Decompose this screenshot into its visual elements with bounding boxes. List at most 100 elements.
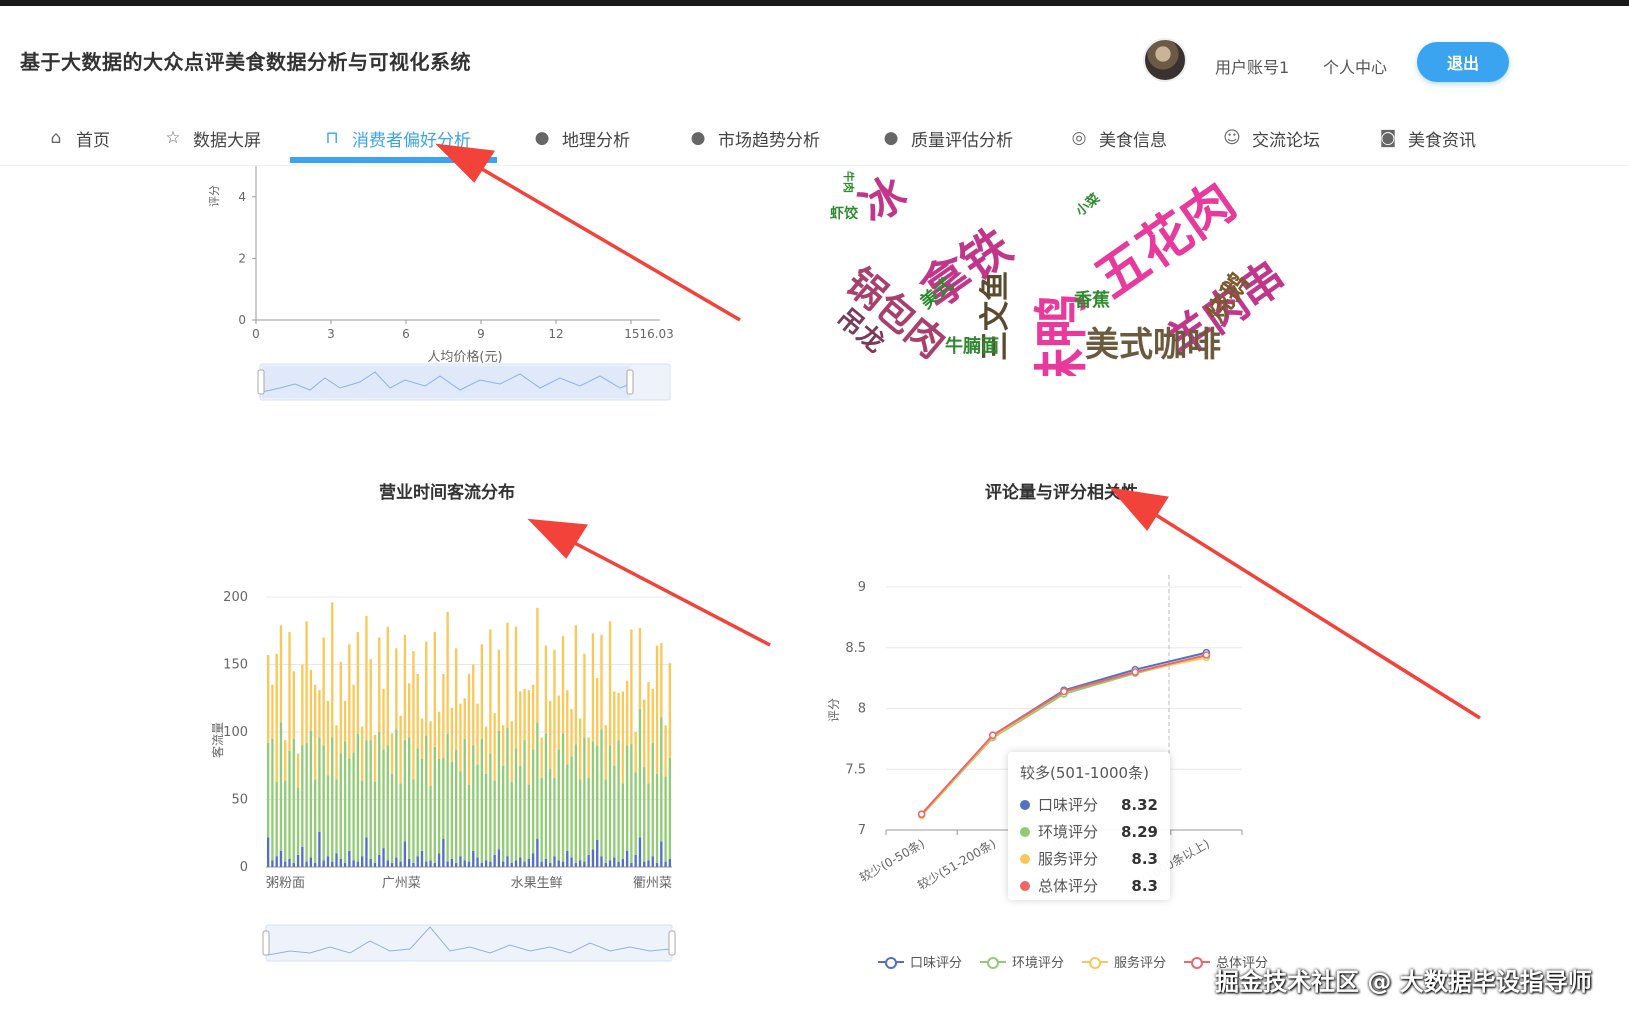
bar-segment[interactable] (570, 756, 573, 858)
bar-segment[interactable] (275, 653, 278, 782)
bar-segment[interactable] (442, 757, 445, 839)
bar-segment[interactable] (536, 607, 539, 723)
bar-segment[interactable] (544, 645, 548, 734)
bar-segment[interactable] (356, 861, 360, 867)
bar-segment[interactable] (480, 738, 483, 863)
bar-segment[interactable] (561, 733, 565, 862)
bar-segment[interactable] (450, 761, 454, 859)
bar-segment[interactable] (425, 861, 428, 867)
bar-segment[interactable] (647, 783, 650, 861)
bar-segment[interactable] (472, 850, 475, 867)
bar-segment[interactable] (403, 740, 407, 842)
bar-segment[interactable] (390, 733, 394, 774)
bar-segment[interactable] (386, 626, 389, 746)
bar-segment[interactable] (497, 649, 501, 731)
bar-segment[interactable] (407, 858, 411, 867)
bar-segment[interactable] (613, 857, 616, 867)
bar-segment[interactable] (493, 713, 496, 781)
bar-segment[interactable] (266, 655, 270, 743)
bar-segment[interactable] (343, 700, 347, 742)
bar-segment[interactable] (540, 737, 543, 778)
bar-segment[interactable] (318, 831, 321, 867)
bar-segment[interactable] (450, 858, 454, 867)
bar-segment[interactable] (463, 698, 466, 739)
nav-item-food-news[interactable]: ◙ 美食资讯 (1378, 124, 1476, 152)
bar-segment[interactable] (574, 744, 578, 863)
bar-segment[interactable] (506, 856, 509, 867)
bar-segment[interactable] (296, 753, 300, 788)
bar-segment[interactable] (288, 858, 291, 867)
bar-segment[interactable] (284, 780, 287, 862)
flow-chart-zoom-handle-left[interactable] (262, 930, 270, 956)
bar-segment[interactable] (348, 644, 351, 759)
legend-item-service[interactable]: 服务评分 (1082, 952, 1166, 971)
bar-segment[interactable] (506, 622, 509, 728)
bar-segment[interactable] (668, 757, 672, 859)
bar-segment[interactable] (399, 861, 402, 867)
nav-item-data-screen[interactable]: ☆ 数据大屏 (163, 124, 261, 152)
bar-segment[interactable] (484, 726, 488, 774)
bar-segment[interactable] (596, 678, 599, 746)
bar-segment[interactable] (523, 861, 526, 867)
nav-item-forum[interactable]: ☺ 交流论坛 (1222, 124, 1320, 152)
bar-segment[interactable] (279, 850, 283, 867)
logout-button[interactable]: 退出 (1417, 42, 1509, 82)
bar-segment[interactable] (373, 734, 377, 782)
bar-segment[interactable] (360, 780, 364, 857)
bar-segment[interactable] (463, 738, 466, 861)
bar-segment[interactable] (544, 733, 548, 859)
bar-segment[interactable] (625, 850, 629, 867)
bar-segment[interactable] (309, 857, 313, 867)
bar-segment[interactable] (331, 602, 334, 738)
bar-segment[interactable] (549, 862, 552, 867)
bar-segment[interactable] (292, 738, 295, 863)
profile-link[interactable]: 个人中心 (1323, 54, 1387, 78)
bar-segment[interactable] (553, 777, 556, 857)
bar-segment[interactable] (600, 729, 603, 857)
bar-segment[interactable] (484, 773, 488, 861)
bar-segment[interactable] (271, 738, 274, 861)
bar-segment[interactable] (570, 857, 573, 867)
bar-segment[interactable] (600, 634, 603, 730)
bar-segment[interactable] (625, 745, 629, 851)
bar-segment[interactable] (382, 688, 385, 750)
series-point[interactable] (917, 810, 926, 818)
bar-segment[interactable] (275, 781, 278, 857)
bar-segment[interactable] (583, 653, 586, 738)
bar-segment[interactable] (583, 861, 586, 867)
bar-segment[interactable] (331, 737, 334, 862)
nav-item-quality-eval[interactable]: ● 质量评估分析 (881, 124, 1013, 152)
bar-segment[interactable] (608, 745, 612, 861)
bar-segment[interactable] (326, 775, 330, 857)
bar-segment[interactable] (497, 730, 501, 850)
bar-segment[interactable] (553, 856, 556, 867)
bar-segment[interactable] (395, 857, 398, 867)
bar-segment[interactable] (305, 742, 308, 862)
bar-segment[interactable] (544, 858, 548, 867)
bar-segment[interactable] (527, 858, 531, 867)
bar-segment[interactable] (596, 840, 599, 867)
bar-segment[interactable] (313, 684, 317, 780)
bar-segment[interactable] (510, 862, 513, 867)
bar-segment[interactable] (318, 690, 321, 738)
bar-segment[interactable] (484, 860, 488, 867)
bar-segment[interactable] (553, 649, 556, 778)
bar-segment[interactable] (420, 850, 424, 867)
bar-segment[interactable] (284, 740, 287, 781)
bar-segment[interactable] (596, 745, 599, 841)
bar-segment[interactable] (519, 765, 522, 858)
bar-segment[interactable] (561, 861, 565, 867)
bar-segment[interactable] (587, 854, 590, 867)
bar-segment[interactable] (510, 781, 513, 863)
bar-segment[interactable] (455, 862, 458, 867)
bar-segment[interactable] (446, 733, 449, 862)
bar-segment[interactable] (608, 621, 612, 746)
flow-chart-zoom-handle-right[interactable] (668, 930, 676, 956)
bar-segment[interactable] (531, 749, 535, 854)
bar-segment[interactable] (403, 841, 407, 867)
bar-segment[interactable] (292, 671, 295, 739)
bar-segment[interactable] (514, 626, 518, 749)
bar-segment[interactable] (433, 632, 436, 747)
bar-segment[interactable] (613, 691, 616, 766)
bar-segment[interactable] (497, 849, 501, 867)
